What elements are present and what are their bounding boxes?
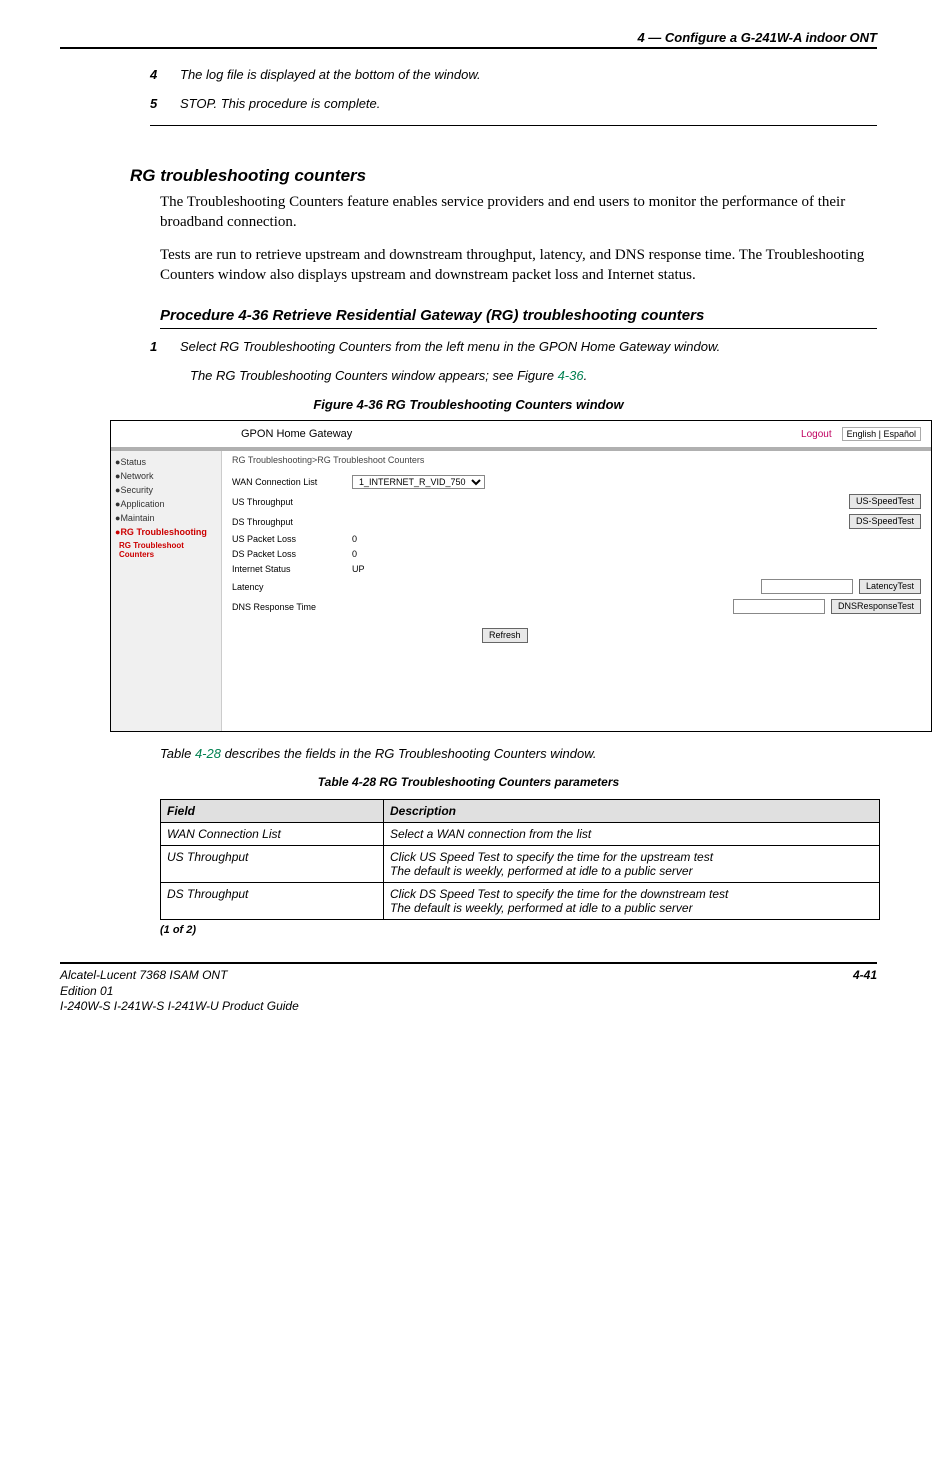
nav-maintain[interactable]: ●Maintain [111, 511, 221, 525]
table-row: US Throughput Click US Speed Test to spe… [161, 846, 880, 883]
nav-security[interactable]: ●Security [111, 483, 221, 497]
breadcrumb: RG Troubleshooting>RG Troubleshoot Count… [232, 455, 921, 465]
note-text-b: . [584, 368, 588, 383]
nav-status[interactable]: ●Status [111, 455, 221, 469]
table-row: WAN Connection List Select a WAN connect… [161, 823, 880, 846]
dns-input[interactable] [733, 599, 825, 614]
footer-left: Alcatel-Lucent 7368 ISAM ONT Edition 01 … [60, 968, 299, 1015]
table-pagination: (1 of 2) [160, 924, 877, 936]
ds-packetloss-label: DS Packet Loss [232, 549, 352, 559]
us-throughput-label: US Throughput [232, 497, 352, 507]
dns-test-button[interactable]: DNSResponseTest [831, 599, 921, 614]
step-4: 4 The log file is displayed at the botto… [150, 67, 877, 82]
figure-link[interactable]: 4-36 [558, 368, 584, 383]
refresh-button[interactable]: Refresh [482, 628, 528, 643]
parameters-table: Field Description WAN Connection List Se… [160, 799, 880, 920]
ds-throughput-label: DS Throughput [232, 517, 352, 527]
internet-status-value: UP [352, 564, 552, 574]
wan-value: 1_INTERNET_R_VID_750 [352, 475, 552, 489]
language-selector[interactable]: English | Español [842, 427, 921, 441]
dns-label: DNS Response Time [232, 602, 352, 612]
step-number: 4 [150, 67, 180, 82]
table-intro-text: Table 4-28 describes the fields in the R… [160, 746, 877, 761]
row-ds-throughput: DS Throughput DS-SpeedTest [232, 514, 921, 529]
step-number: 1 [150, 339, 180, 354]
intro-a: Table [160, 746, 195, 761]
cell-field: DS Throughput [161, 883, 384, 920]
footer-line2: Edition 01 [60, 984, 299, 1000]
page-footer: Alcatel-Lucent 7368 ISAM ONT Edition 01 … [60, 962, 877, 1015]
screenshot-window: GPON Home Gateway Logout English | Españ… [110, 420, 932, 732]
procedure-rule [160, 328, 877, 329]
wan-select[interactable]: 1_INTERNET_R_VID_750 [352, 475, 485, 489]
app-title: GPON Home Gateway [201, 428, 801, 440]
step-5: 5 STOP. This procedure is complete. [150, 96, 877, 111]
row-ds-packetloss: DS Packet Loss 0 [232, 549, 921, 559]
page-header: 4 — Configure a G-241W-A indoor ONT [60, 30, 877, 49]
separator-line [150, 125, 877, 126]
procedure-heading: Procedure 4-36 Retrieve Residential Gate… [160, 307, 877, 324]
note-text-a: The RG Troubleshooting Counters window a… [190, 368, 558, 383]
table-link[interactable]: 4-28 [195, 746, 221, 761]
nav-network[interactable]: ●Network [111, 469, 221, 483]
step-text: Select RG Troubleshooting Counters from … [180, 339, 720, 354]
wan-label: WAN Connection List [232, 477, 352, 487]
latency-label: Latency [232, 582, 352, 592]
step-number: 5 [150, 96, 180, 111]
figure-caption: Figure 4-36 RG Troubleshooting Counters … [60, 397, 877, 412]
logout-link[interactable]: Logout [801, 429, 832, 440]
latency-test-button[interactable]: LatencyTest [859, 579, 921, 594]
step-text: STOP. This procedure is complete. [180, 96, 380, 111]
internet-status-label: Internet Status [232, 564, 352, 574]
sidebar-nav: ●Status ●Network ●Security ●Application … [111, 451, 222, 731]
page-number: 4-41 [853, 968, 877, 1015]
step-list: 4 The log file is displayed at the botto… [150, 67, 877, 111]
ds-packetloss-value: 0 [352, 549, 552, 559]
nav-application[interactable]: ●Application [111, 497, 221, 511]
table-header-row: Field Description [161, 800, 880, 823]
table-caption: Table 4-28 RG Troubleshooting Counters p… [60, 775, 877, 789]
cell-field: WAN Connection List [161, 823, 384, 846]
step-text: The log file is displayed at the bottom … [180, 67, 481, 82]
screenshot-main: RG Troubleshooting>RG Troubleshoot Count… [222, 451, 931, 731]
screenshot-header: GPON Home Gateway Logout English | Españ… [111, 421, 931, 451]
section-heading: RG troubleshooting counters [130, 166, 877, 186]
table-row: DS Throughput Click DS Speed Test to spe… [161, 883, 880, 920]
row-dns: DNS Response Time DNSResponseTest [232, 599, 921, 614]
us-packetloss-label: US Packet Loss [232, 534, 352, 544]
screenshot-body: ●Status ●Network ●Security ●Application … [111, 451, 931, 731]
th-field: Field [161, 800, 384, 823]
row-us-throughput: US Throughput US-SpeedTest [232, 494, 921, 509]
row-internet-status: Internet Status UP [232, 564, 921, 574]
footer-line3: I-240W-S I-241W-S I-241W-U Product Guide [60, 999, 299, 1015]
procedure-step-1: 1 Select RG Troubleshooting Counters fro… [150, 339, 877, 354]
cell-desc: Click DS Speed Test to specify the time … [384, 883, 880, 920]
us-speedtest-button[interactable]: US-SpeedTest [849, 494, 921, 509]
cell-field: US Throughput [161, 846, 384, 883]
ds-speedtest-button[interactable]: DS-SpeedTest [849, 514, 921, 529]
th-description: Description [384, 800, 880, 823]
nav-rg-counters[interactable]: RG Troubleshoot Counters [111, 539, 221, 561]
intro-b: describes the fields in the RG Troublesh… [221, 746, 597, 761]
nav-rg-troubleshooting[interactable]: ●RG Troubleshooting [111, 525, 221, 539]
step-1-note: The RG Troubleshooting Counters window a… [190, 368, 877, 383]
paragraph-1: The Troubleshooting Counters feature ena… [160, 192, 877, 233]
us-packetloss-value: 0 [352, 534, 552, 544]
row-wan: WAN Connection List 1_INTERNET_R_VID_750 [232, 475, 921, 489]
cell-desc: Select a WAN connection from the list [384, 823, 880, 846]
row-us-packetloss: US Packet Loss 0 [232, 534, 921, 544]
row-latency: Latency LatencyTest [232, 579, 921, 594]
cell-desc: Click US Speed Test to specify the time … [384, 846, 880, 883]
latency-input[interactable] [761, 579, 853, 594]
footer-line1: Alcatel-Lucent 7368 ISAM ONT [60, 968, 299, 984]
paragraph-2: Tests are run to retrieve upstream and d… [160, 245, 877, 286]
procedure-steps: 1 Select RG Troubleshooting Counters fro… [150, 339, 877, 354]
